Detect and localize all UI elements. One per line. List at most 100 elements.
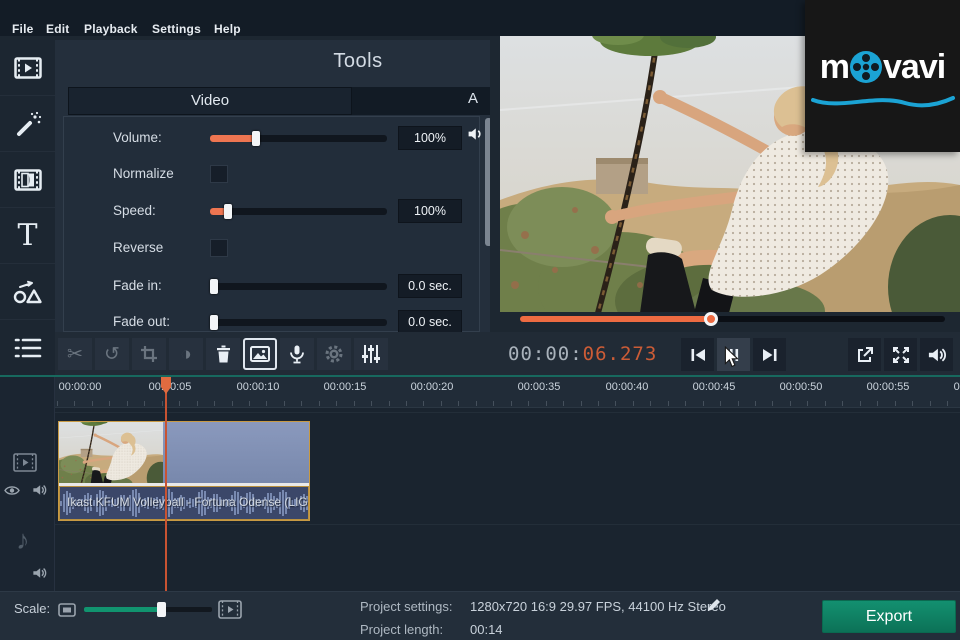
scale-slider-handle[interactable] [157,602,166,617]
timecode-current: 06.273 [583,343,658,365]
track-headers: ♪ [0,377,55,591]
sidebar-item-titles[interactable]: T [0,208,55,264]
statusbar: Scale: Project settings: 1280x720 16:9 2… [0,591,960,640]
toolbar-strip: ✂ ↺ ◑ [55,332,960,376]
logo-text-m: m [820,48,849,86]
preview-volume-button[interactable] [920,338,953,371]
trash-icon [215,345,232,363]
audio-track-icon: ♪ [16,527,30,554]
logo-wave [805,92,960,112]
normalize-label: Normalize [113,166,174,181]
timeline-clip[interactable]: Ikast KFUM Volleyball - Fortuna Odense (… [58,421,310,521]
speed-value-field[interactable]: 100% [398,199,462,223]
project-length-label: Project length: [360,622,443,637]
tab-audio[interactable]: A [468,90,478,107]
menu-help[interactable]: Help [214,22,241,36]
menu-playback[interactable]: Playback [84,22,138,36]
tools-panel-title: Tools [333,50,382,73]
ruler-label: 00:00:35 [518,381,561,393]
magic-wand-icon [14,110,42,138]
fade-out-slider-handle[interactable] [210,315,218,330]
normalize-checkbox[interactable] [210,165,228,183]
next-frame-icon [762,348,778,362]
audio-tools-button[interactable] [354,338,388,370]
fade-out-row: Fade out: 0.0 sec. [55,310,490,332]
fade-out-value-field[interactable]: 0.0 sec. [398,310,462,332]
video-track-mute-icon[interactable] [32,483,47,497]
timeline-ruler[interactable]: 00:00:0000:00:0500:00:1000:00:1500:00:20… [0,377,960,408]
cut-button[interactable]: ✂ [58,338,92,370]
track-visibility-eye-icon[interactable] [4,485,20,496]
previous-frame-icon [690,348,706,362]
clip-properties-button[interactable] [317,338,351,370]
timeline-scale-slider[interactable] [84,607,212,612]
ruler-label: 00:00:10 [237,381,280,393]
volume-slider-handle[interactable] [252,131,260,146]
preview-seekbar[interactable] [520,316,945,322]
audio-track-mute-icon[interactable] [32,566,47,580]
ruler-label: 00:00:45 [693,381,736,393]
fade-in-slider-handle[interactable] [210,279,218,294]
rotate-button[interactable]: ↺ [95,338,129,370]
clip-video-section[interactable] [59,422,309,483]
titles-icon: T [17,221,37,251]
project-settings-label: Project settings: [360,599,453,614]
menu-edit[interactable]: Edit [46,22,69,36]
clip-audio-section[interactable]: Ikast KFUM Volleyball - Fortuna Odense (… [59,486,309,520]
reverse-checkbox[interactable] [210,239,228,257]
speed-label: Speed: [113,203,156,218]
rotate-icon: ↺ [104,345,120,364]
edit-settings-pencil-icon[interactable] [706,597,722,613]
zoom-out-clip-icon[interactable] [58,603,76,617]
image-properties-button[interactable] [243,338,277,370]
tools-tabstrip: Video A [68,87,490,115]
menu-settings[interactable]: Settings [152,22,201,36]
video-track-icon [13,453,37,472]
fullscreen-button[interactable] [884,338,917,371]
record-audio-button[interactable] [280,338,314,370]
delete-button[interactable] [206,338,240,370]
scale-label: Scale: [14,601,50,616]
tools-scrollbar[interactable] [485,118,490,246]
unpin-preview-button[interactable] [848,338,881,371]
fade-in-label: Fade in: [113,278,162,293]
zoom-in-clip-icon[interactable] [218,600,242,619]
previous-frame-button[interactable] [681,338,714,371]
speed-slider-handle[interactable] [224,204,232,219]
color-adjust-button[interactable]: ◑ [169,338,203,370]
sidebar-item-filters[interactable] [0,96,55,152]
gear-icon [324,344,344,364]
ruler-label: 00:00:55 [867,381,910,393]
playhead-marker-icon[interactable] [160,377,172,395]
volume-slider[interactable] [210,135,387,142]
tab-video[interactable]: Video [68,87,352,115]
menu-file[interactable]: File [12,22,33,36]
clip-title: Ikast KFUM Volleyball - Fortuna Odense (… [67,495,308,509]
film-reel-icon [849,50,883,84]
sidebar-item-media[interactable] [0,40,55,96]
project-length-value: 00:14 [470,622,503,637]
volume-label: Volume: [113,130,162,145]
fullscreen-icon [892,346,910,364]
volume-value-field[interactable]: 100% [398,126,462,150]
fade-in-slider[interactable] [210,283,387,290]
pop-out-icon [856,346,874,364]
ruler-label: 00:00:20 [411,381,454,393]
crop-button[interactable] [132,338,166,370]
image-icon [250,346,270,362]
fade-in-value-field[interactable]: 0.0 sec. [398,274,462,298]
movavi-logo: m vavi [805,0,960,152]
sidebar-item-callouts[interactable] [0,264,55,320]
seekbar-handle[interactable] [704,312,718,326]
speed-slider[interactable] [210,208,387,215]
fade-in-row: Fade in: 0.0 sec. [55,274,490,300]
playhead[interactable] [165,377,167,591]
next-frame-button[interactable] [753,338,786,371]
movavi-video-editor-window: File Edit Playback Settings Help [0,0,960,640]
clip-thumbnail [59,422,163,483]
logo-text-vavi: vavi [883,48,945,86]
fade-out-slider[interactable] [210,319,387,326]
export-button[interactable]: Export [822,600,956,633]
sidebar-item-transitions[interactable] [0,152,55,208]
sidebar-item-more-tools[interactable] [0,320,55,376]
